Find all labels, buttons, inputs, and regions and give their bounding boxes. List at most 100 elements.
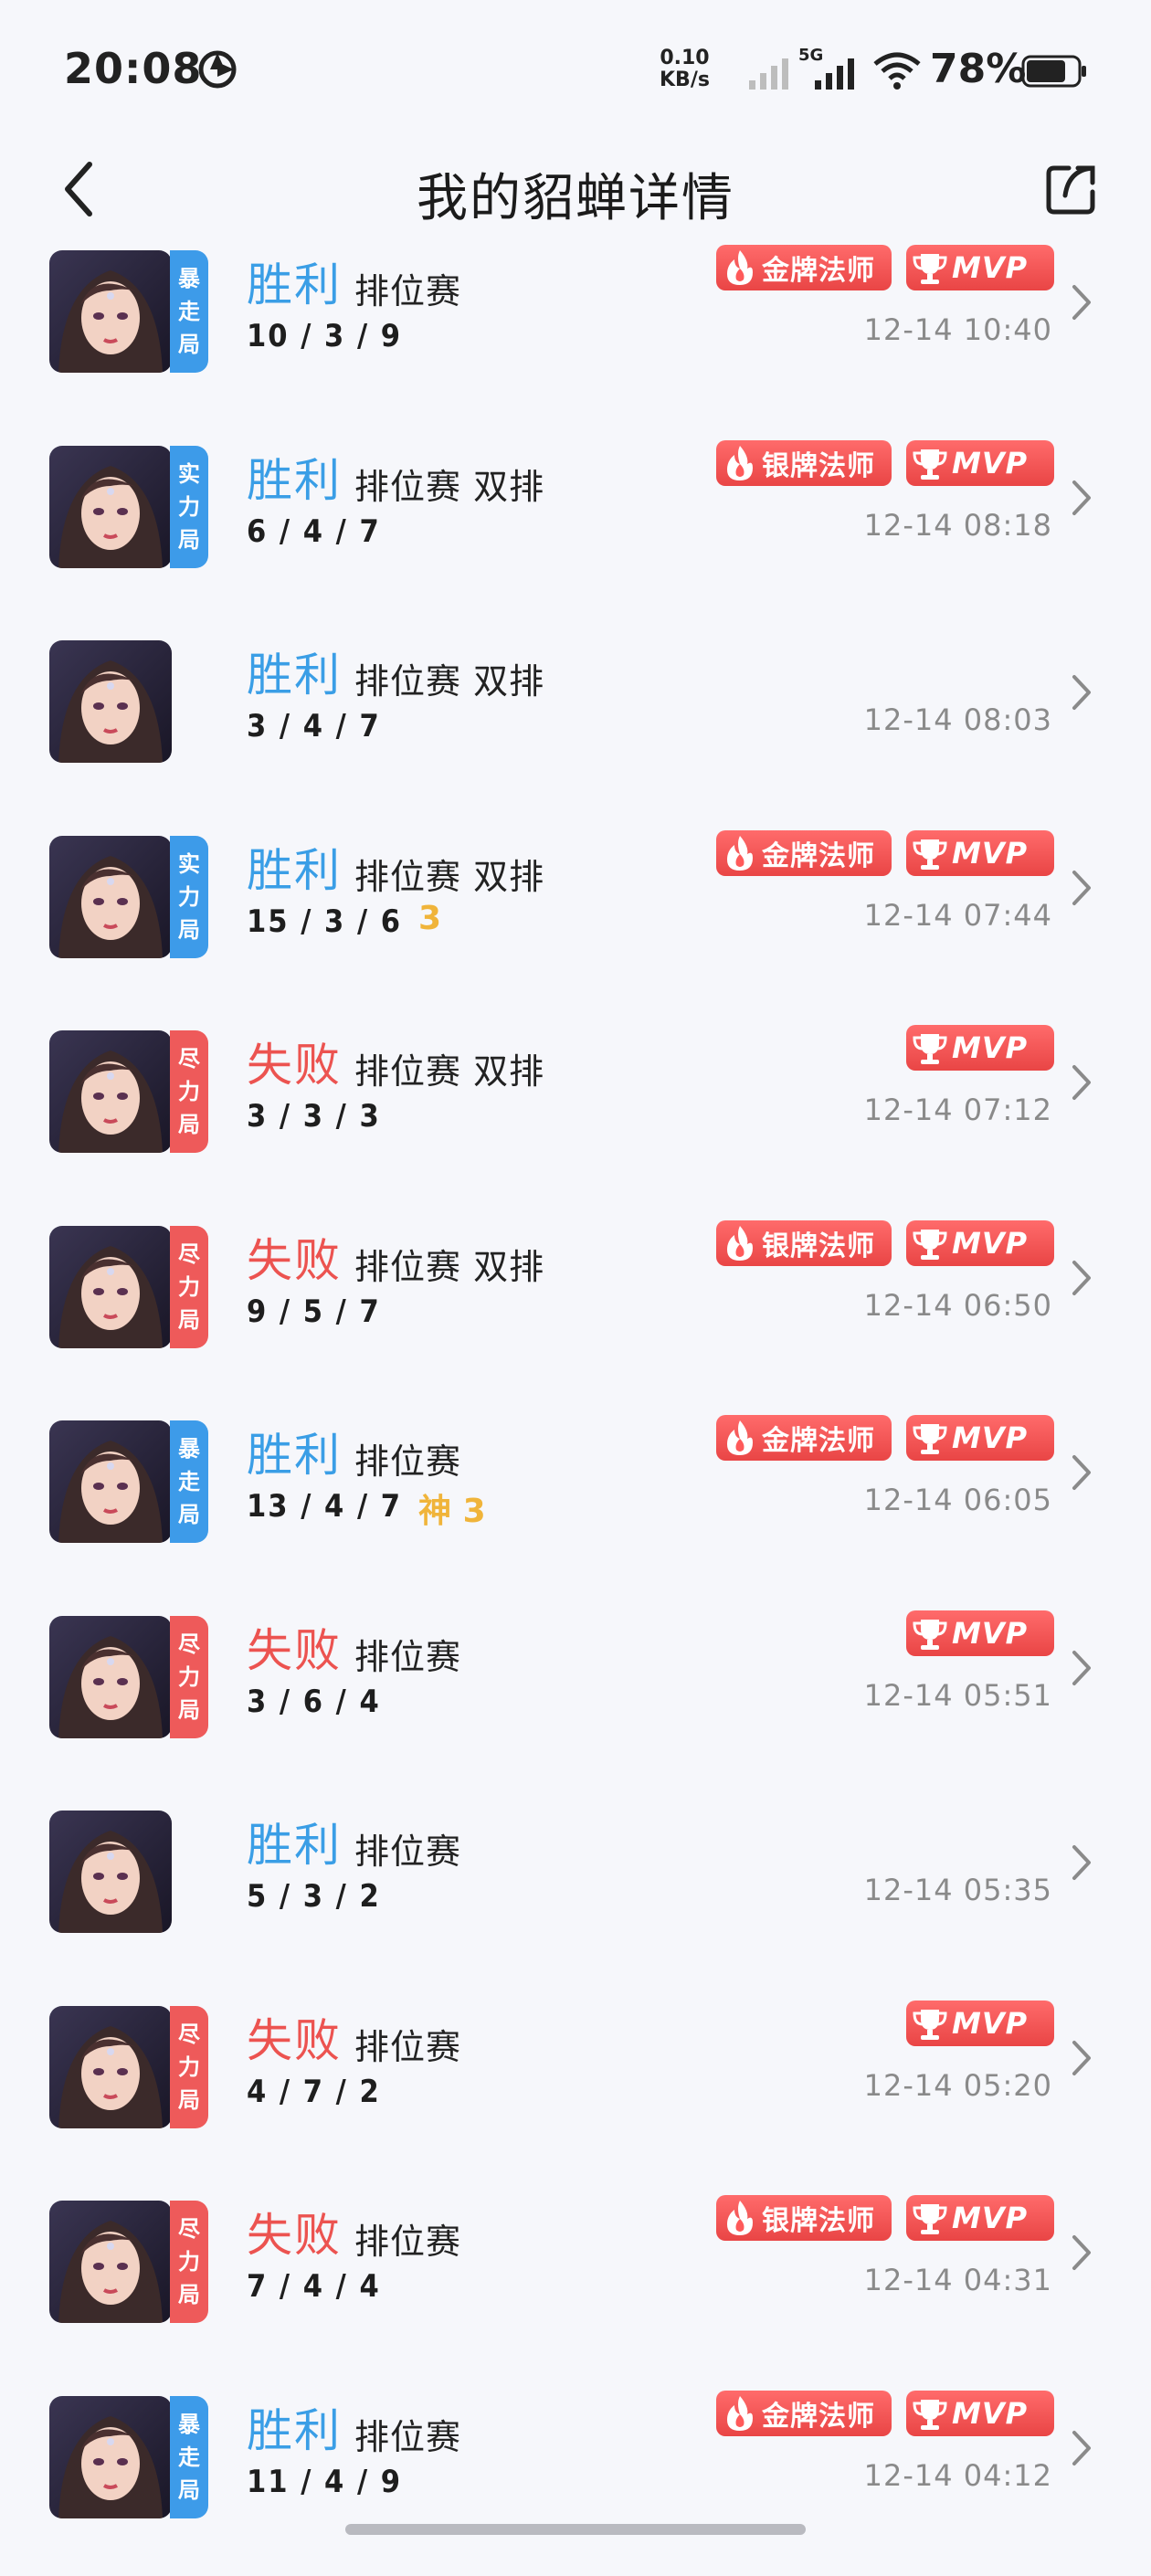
match-mode: 排位赛 双排 [354, 459, 544, 509]
match-row[interactable]: 尽力局失败排位赛4 / 7 / 2MVP12-14 05:20 [0, 1991, 1151, 2187]
status-bar: 20:08 0.10 KB/s 5G 78% [0, 0, 1151, 137]
match-result: 胜利 [247, 1809, 342, 1874]
signal-5g-icon [811, 55, 857, 91]
match-mode: 排位赛 [354, 2409, 461, 2459]
match-mode: 排位赛 [354, 1823, 461, 1874]
match-row[interactable]: 实力局胜利排位赛 双排15 / 3 / 63金牌法师MVP12-14 07:44 [0, 821, 1151, 1017]
mvp-badge-label: MVP [952, 1616, 1028, 1651]
match-tag-char: 局 [178, 1694, 200, 1726]
mvp-badge: MVP [906, 1415, 1054, 1461]
trophy-icon [912, 2394, 948, 2433]
mvp-badge-label: MVP [952, 1226, 1028, 1261]
rank-badge: 金牌法师 [716, 2391, 892, 2436]
match-result: 胜利 [247, 2394, 342, 2460]
flame-icon [722, 2199, 758, 2237]
mvp-badge-label: MVP [952, 1030, 1028, 1065]
match-tag-char: 实 [178, 458, 200, 491]
match-tag-char: 实 [178, 848, 200, 881]
match-time: 12-14 06:50 [864, 1288, 1052, 1323]
chevron-right-icon[interactable] [1071, 1452, 1094, 1494]
match-row[interactable]: 暴走局胜利排位赛10 / 3 / 9金牌法师MVP12-14 10:40 [0, 236, 1151, 431]
match-row[interactable]: 尽力局失败排位赛 双排3 / 3 / 3MVP12-14 07:12 [0, 1016, 1151, 1211]
match-result: 胜利 [247, 248, 342, 314]
match-tag: 暴走局 [170, 1420, 208, 1543]
match-row[interactable]: 胜利排位赛 双排3 / 4 / 712-14 08:03 [0, 626, 1151, 821]
hero-avatar [49, 1616, 172, 1738]
match-tag-char: 局 [178, 1108, 200, 1141]
kill-streak: 3 [418, 900, 441, 937]
net-speed-value: 0.10 [660, 48, 710, 69]
trophy-icon [912, 1614, 948, 1652]
match-tag-char: 暴 [178, 262, 200, 295]
match-tag-char: 局 [178, 2474, 200, 2507]
home-indicator[interactable] [345, 2524, 806, 2535]
hero-avatar [49, 2396, 172, 2518]
chevron-right-icon[interactable] [1071, 1061, 1094, 1103]
match-row[interactable]: 暴走局胜利排位赛13 / 4 / 7神 3金牌法师MVP12-14 06:05 [0, 1406, 1151, 1601]
match-tag: 尽力局 [170, 1030, 208, 1153]
trophy-icon [912, 2004, 948, 2043]
chevron-right-icon[interactable] [1071, 2232, 1094, 2274]
match-result: 失败 [247, 2004, 342, 2070]
match-kda: 9 / 5 / 7 [247, 1293, 381, 1330]
match-kda: 11 / 4 / 9 [247, 2464, 402, 2500]
rank-badge-label: 银牌法师 [762, 1223, 875, 1263]
chevron-right-icon[interactable] [1071, 477, 1094, 519]
share-icon[interactable] [1041, 161, 1100, 219]
match-time: 12-14 08:03 [864, 702, 1052, 737]
trophy-icon [912, 1419, 948, 1457]
match-tag-char: 尽 [178, 2018, 200, 2051]
match-tag-char: 尽 [178, 1042, 200, 1075]
mvp-badge-label: MVP [952, 1420, 1028, 1455]
match-time: 12-14 04:12 [864, 2458, 1052, 2493]
match-row[interactable]: 暴走局胜利排位赛11 / 4 / 9金牌法师MVP12-14 04:12 [0, 2381, 1151, 2576]
hero-avatar [49, 1420, 172, 1543]
match-mode: 排位赛 [354, 2019, 461, 2069]
match-tag-char: 局 [178, 1498, 200, 1531]
net-speed-unit: KB/s [660, 69, 710, 91]
hero-avatar [49, 446, 172, 568]
rank-badge: 金牌法师 [716, 245, 892, 290]
match-row[interactable]: 尽力局失败排位赛3 / 6 / 4MVP12-14 05:51 [0, 1601, 1151, 1797]
chevron-right-icon[interactable] [1071, 2427, 1094, 2469]
match-tag: 尽力局 [170, 1616, 208, 1738]
rank-badge-label: 金牌法师 [762, 1418, 875, 1458]
match-row[interactable]: 实力局胜利排位赛 双排6 / 4 / 7银牌法师MVP12-14 08:18 [0, 431, 1151, 627]
mvp-badge: MVP [906, 2195, 1054, 2241]
hero-avatar [49, 640, 172, 763]
match-row[interactable]: 尽力局失败排位赛 双排9 / 5 / 7银牌法师MVP12-14 06:50 [0, 1211, 1151, 1407]
rank-badge-label: 银牌法师 [762, 443, 875, 483]
match-tag-char: 走 [178, 2441, 200, 2474]
mvp-badge-label: MVP [952, 2006, 1028, 2041]
match-mode: 排位赛 [354, 1629, 461, 1679]
match-time: 12-14 07:44 [864, 898, 1052, 933]
mvp-badge: MVP [906, 440, 1054, 486]
hero-avatar [49, 2006, 172, 2128]
chevron-right-icon[interactable] [1071, 1257, 1094, 1299]
match-time: 12-14 08:18 [864, 508, 1052, 543]
trophy-icon [912, 1224, 948, 1262]
match-kda: 6 / 4 / 7 [247, 513, 381, 550]
match-row[interactable]: 胜利排位赛5 / 3 / 212-14 05:35 [0, 1796, 1151, 1991]
chevron-right-icon[interactable] [1071, 1842, 1094, 1884]
chevron-right-icon[interactable] [1071, 867, 1094, 909]
mvp-badge: MVP [906, 1610, 1054, 1656]
mvp-badge-label: MVP [952, 2396, 1028, 2431]
match-result: 失败 [247, 1224, 342, 1290]
match-mode: 排位赛 双排 [354, 849, 544, 899]
trophy-icon [912, 248, 948, 287]
chevron-right-icon[interactable] [1071, 1647, 1094, 1689]
trophy-icon [912, 2199, 948, 2237]
match-mode: 排位赛 双排 [354, 1043, 544, 1093]
chevron-right-icon[interactable] [1071, 281, 1094, 323]
match-kda: 15 / 3 / 6 [247, 903, 402, 940]
mvp-badge-label: MVP [952, 446, 1028, 480]
chevron-right-icon[interactable] [1071, 671, 1094, 713]
flame-icon [722, 248, 758, 287]
match-tag-char: 走 [178, 295, 200, 328]
hero-avatar [49, 1030, 172, 1153]
match-row[interactable]: 尽力局失败排位赛7 / 4 / 4银牌法师MVP12-14 04:31 [0, 2186, 1151, 2381]
match-time: 12-14 05:20 [864, 2068, 1052, 2103]
chevron-right-icon[interactable] [1071, 2037, 1094, 2079]
match-tag-char: 力 [178, 2245, 200, 2278]
